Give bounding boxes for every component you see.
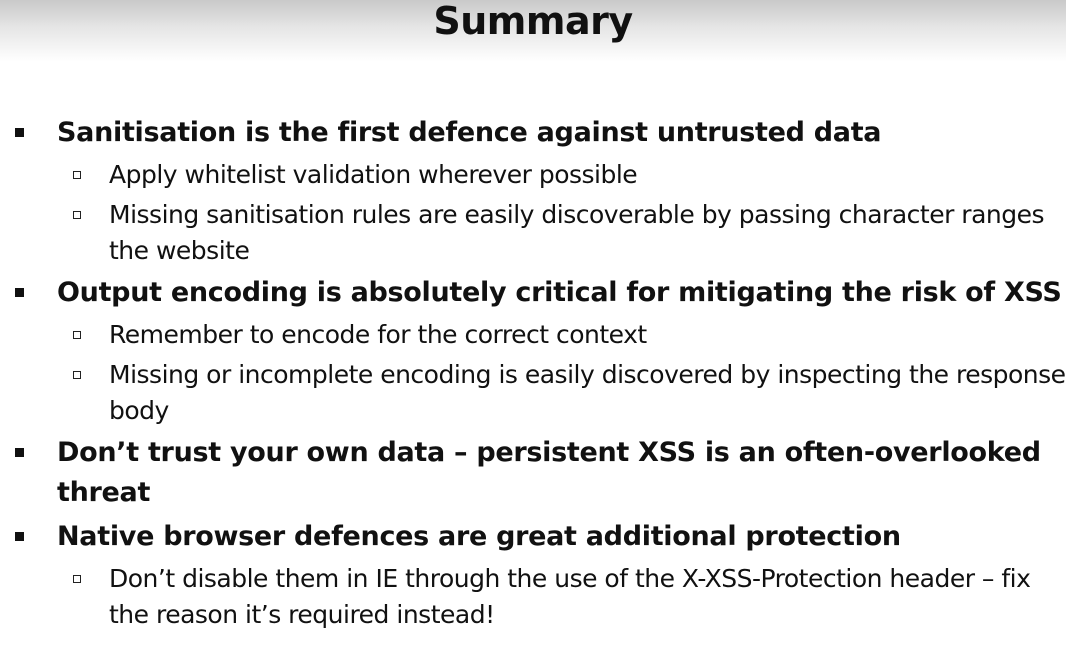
bullet-output-encoding: Output encoding is absolutely critical f… bbox=[12, 273, 1066, 313]
sub-bullet-text: Don’t disable them in IE through the use… bbox=[109, 564, 1031, 629]
sub-bullet-text: Missing sanitisation rules are easily di… bbox=[109, 200, 1045, 265]
square-bullet-icon bbox=[15, 288, 24, 297]
slide-content: Sanitisation is the first defence agains… bbox=[12, 113, 1066, 637]
bullet-sanitisation: Sanitisation is the first defence agains… bbox=[12, 113, 1066, 153]
slide-title: Summary bbox=[433, 0, 633, 43]
hollow-square-bullet-icon bbox=[73, 171, 81, 179]
hollow-square-bullet-icon bbox=[73, 331, 81, 339]
bullet-text: Native browser defences are great additi… bbox=[57, 521, 901, 552]
bullet-text: Don’t trust your own data – persistent X… bbox=[57, 437, 1041, 508]
hollow-square-bullet-icon bbox=[73, 575, 81, 583]
sub-bullet-text: Remember to encode for the correct conte… bbox=[109, 320, 647, 349]
square-bullet-icon bbox=[15, 532, 24, 541]
square-bullet-icon bbox=[15, 448, 24, 457]
sub-bullet-missing-sanitisation: Missing sanitisation rules are easily di… bbox=[12, 197, 1066, 269]
sub-bullet-missing-encoding: Missing or incomplete encoding is easily… bbox=[12, 357, 1066, 429]
bullet-text: Sanitisation is the first defence agains… bbox=[57, 117, 882, 148]
bullet-persistent-xss: Don’t trust your own data – persistent X… bbox=[12, 433, 1066, 513]
sub-bullet-text: Missing or incomplete encoding is easily… bbox=[109, 360, 1066, 425]
bullet-native-defences: Native browser defences are great additi… bbox=[12, 517, 1066, 557]
sub-bullet-text: Apply whitelist validation wherever poss… bbox=[109, 160, 638, 189]
hollow-square-bullet-icon bbox=[73, 211, 81, 219]
square-bullet-icon bbox=[15, 128, 24, 137]
hollow-square-bullet-icon bbox=[73, 371, 81, 379]
sub-bullet-correct-context: Remember to encode for the correct conte… bbox=[12, 317, 1066, 353]
sub-bullet-whitelist: Apply whitelist validation wherever poss… bbox=[12, 157, 1066, 193]
sub-bullet-xss-protection-header: Don’t disable them in IE through the use… bbox=[12, 561, 1066, 633]
bullet-text: Output encoding is absolutely critical f… bbox=[57, 277, 1062, 308]
